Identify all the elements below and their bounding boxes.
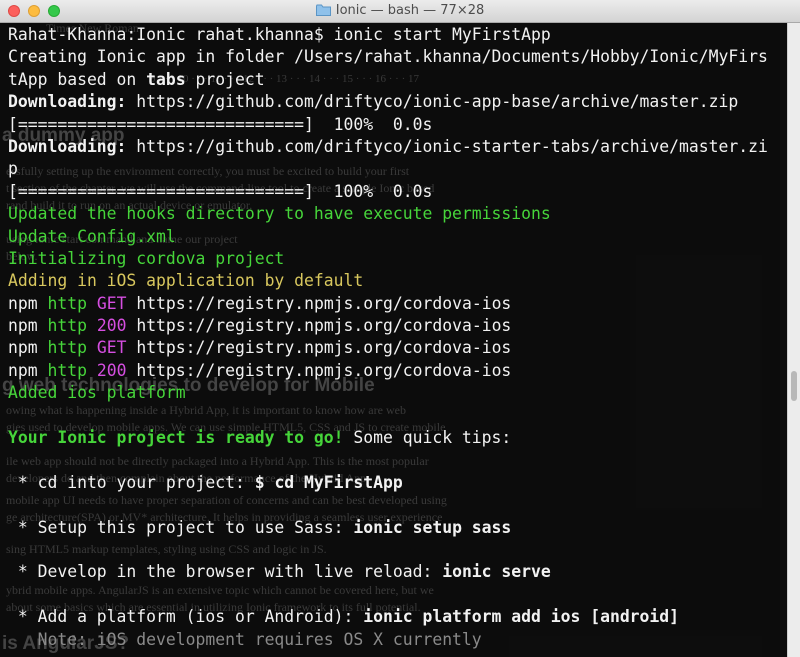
terminal-line: Update Config.xml [8, 226, 768, 248]
terminal-text: Initializing cordova project [8, 248, 285, 268]
terminal-text: ionic platform add ios [android] [363, 607, 680, 627]
terminal-text: npm [8, 316, 48, 336]
terminal-text: tApp based on [8, 69, 147, 89]
terminal-line: tApp based on tabs project [8, 69, 768, 91]
terminal-line: Note: iOS development requires OS X curr… [8, 629, 768, 651]
terminal-text: http [47, 293, 87, 313]
terminal-text: * cd into your project: [8, 472, 255, 492]
terminal-line: [=============================] 100% 0.0… [8, 114, 768, 136]
terminal-text: Some quick tips: [343, 428, 512, 448]
terminal-text: * Setup this project to use Sass: [8, 517, 354, 537]
terminal-line: Creating Ionic app in folder /Users/raha… [8, 46, 768, 68]
terminal-text: $ cd MyFirstApp [254, 472, 403, 492]
terminal-text: tabs [146, 69, 186, 89]
terminal-line: npm http 200 https://registry.npmjs.org/… [8, 360, 768, 382]
terminal-text: Added ios platform [8, 383, 186, 403]
terminal-text: Creating Ionic app in folder /Users/raha… [8, 47, 768, 67]
terminal-text: Update Config.xml [8, 226, 176, 246]
terminal-text: https://github.com/driftyco/ionic-app-ba… [126, 92, 739, 112]
terminal-line: * cd into your project: $ cd MyFirstApp [8, 472, 768, 494]
terminal-text: https://registry.npmjs.org/cordova-ios [126, 316, 512, 336]
terminal-text: https://github.com/driftyco/ionic-starte… [126, 136, 768, 156]
terminal-text: Downloading: [8, 136, 127, 156]
terminal-output: Rahat-Khanna:Ionic rahat.khanna$ ionic s… [8, 24, 768, 651]
terminal-text: 200 [96, 316, 127, 336]
terminal-line: Adding in iOS application by default [8, 270, 768, 292]
terminal-line: [=============================] 100% 0.0… [8, 181, 768, 203]
terminal-text: [=============================] 100% 0.0… [8, 114, 433, 134]
terminal-line: npm http GET https://registry.npmjs.org/… [8, 293, 768, 315]
terminal-text: https://registry.npmjs.org/cordova-ios [126, 293, 512, 313]
terminal-text: GET [96, 293, 127, 313]
title-bar[interactable]: Ionic — bash — 77×28 [0, 0, 800, 23]
terminal-line: * Add a platform (ios or Android): ionic… [8, 606, 768, 628]
terminal-text: ionic serve [442, 562, 551, 582]
terminal-text: Updated the hooks directory to have exec… [8, 204, 551, 224]
folder-icon [315, 4, 331, 20]
terminal-line: * Setup this project to use Sass: ionic … [8, 517, 768, 539]
terminal-text: Your Ionic project is ready to go! [8, 428, 344, 448]
terminal-line: * Develop in the browser with live reloa… [8, 561, 768, 583]
terminal-text: GET [96, 338, 127, 358]
terminal-line: Downloading: https://github.com/driftyco… [8, 136, 768, 158]
terminal-text: Downloading: [8, 92, 127, 112]
window-title-container: Ionic — bash — 77×28 [0, 3, 800, 20]
terminal-text: http [47, 338, 87, 358]
terminal-line: p [8, 158, 768, 180]
terminal-line: Updated the hooks directory to have exec… [8, 203, 768, 225]
terminal-text: https://registry.npmjs.org/cordova-ios [126, 360, 512, 380]
terminal-line: npm http GET https://registry.npmjs.org/… [8, 337, 768, 359]
terminal-text: http [47, 316, 87, 336]
scrollbar-thumb[interactable] [791, 371, 797, 401]
terminal-text: npm [8, 293, 48, 313]
terminal-window: Ionic — bash — 77×28 Times New Roman 9 · … [0, 0, 800, 657]
terminal-text: npm [8, 360, 48, 380]
terminal-text: p [8, 159, 18, 179]
terminal-line: npm http 200 https://registry.npmjs.org/… [8, 315, 768, 337]
terminal-view[interactable]: Times New Roman 9 · · · 10 · · · 11 · · ·… [0, 23, 787, 657]
terminal-text: Rahat-Khanna:Ionic rahat.khanna$ ionic s… [8, 25, 551, 44]
window-title: Ionic — bash — 77×28 [335, 3, 485, 18]
terminal-line: Added ios platform [8, 382, 768, 404]
terminal-text: [=============================] 100% 0.0… [8, 181, 433, 201]
terminal-line: Your Ionic project is ready to go! Some … [8, 427, 768, 449]
terminal-text: npm [8, 338, 48, 358]
terminal-text: 200 [96, 360, 127, 380]
terminal-text: https://registry.npmjs.org/cordova-ios [126, 338, 512, 358]
terminal-text: Note: iOS development requires OS X curr… [8, 629, 482, 649]
terminal-line: Initializing cordova project [8, 248, 768, 270]
terminal-line: Downloading: https://github.com/driftyco… [8, 91, 768, 113]
terminal-text: * Develop in the browser with live reloa… [8, 562, 443, 582]
terminal-text: http [47, 360, 87, 380]
terminal-line: Rahat-Khanna:Ionic rahat.khanna$ ionic s… [8, 24, 768, 46]
scrollbar[interactable] [787, 23, 800, 657]
terminal-text: ionic setup sass [353, 517, 512, 537]
terminal-text: project [185, 69, 265, 89]
terminal-text: Adding in iOS application by default [8, 271, 364, 291]
terminal-text: * Add a platform (ios or Android): [8, 607, 364, 627]
